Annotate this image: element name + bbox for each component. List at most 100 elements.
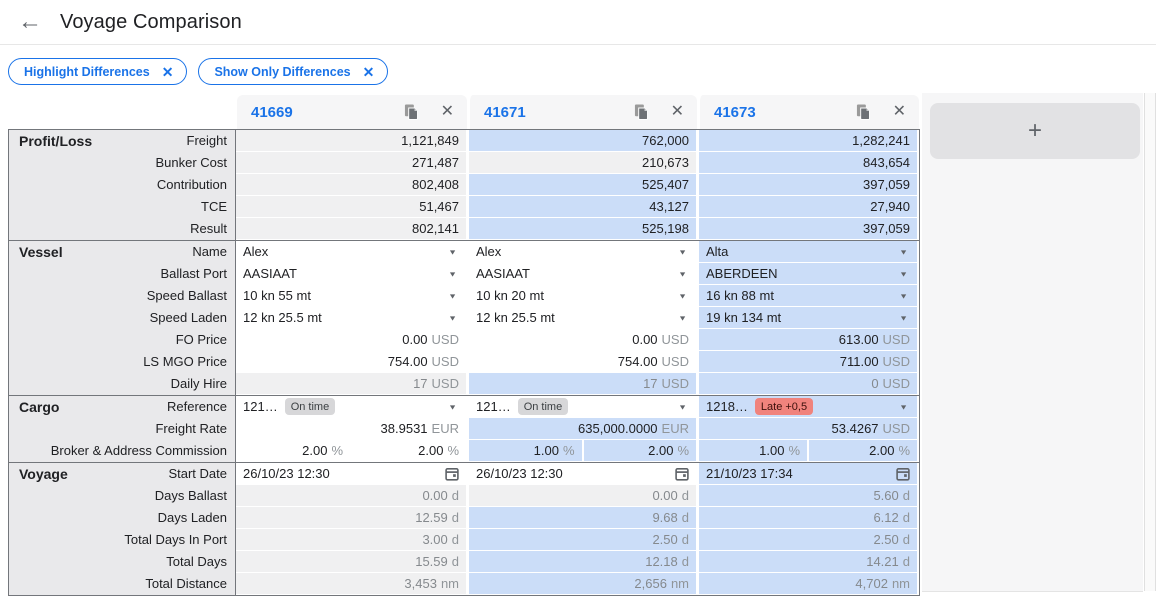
cell-value: AASIAAT <box>476 266 530 281</box>
cell-value: 12 kn 25.5 mt <box>243 310 322 325</box>
row-label: Days Ballast <box>154 488 227 503</box>
close-icon[interactable]: ✕ <box>162 65 174 79</box>
calendar-icon-wrap[interactable] <box>445 467 459 481</box>
table-cell: 0.00 d <box>236 485 466 507</box>
copy-voyage-button[interactable] <box>856 104 871 120</box>
row-label: Total Days <box>166 554 227 569</box>
cell-unit: USD <box>661 354 689 369</box>
date-input-cell[interactable]: 21/10/23 17:34 <box>699 463 917 485</box>
select-cell[interactable]: 121… On time ▼ <box>469 396 696 418</box>
number-input-cell[interactable]: 38.9531 EUR <box>236 418 466 440</box>
table-cell: 3.00 d <box>236 529 466 551</box>
cell-unit: nm <box>891 576 910 591</box>
commission-split-cell: 1.00% 2.00% <box>699 440 917 462</box>
row-label: Result <box>190 221 227 236</box>
cell-value: 525,407 <box>642 177 689 192</box>
select-cell[interactable]: 10 kn 20 mt ▼ <box>469 285 696 307</box>
close-voyage-button[interactable]: ✕ <box>441 104 454 120</box>
cell-unit: d <box>681 510 689 525</box>
select-cell[interactable]: 1218… Late +0,5 ▼ <box>699 396 917 418</box>
cell-value: 0.00 <box>402 332 428 347</box>
commission-input-cell[interactable]: 2.00% <box>581 440 697 461</box>
select-cell[interactable]: Alex ▼ <box>236 241 466 263</box>
cell-unit: d <box>451 488 459 503</box>
select-cell[interactable]: 19 kn 134 mt ▼ <box>699 307 917 329</box>
cell-value: 0 <box>871 376 879 391</box>
table-cell: 3,453 nm <box>236 573 466 595</box>
chip-highlight-differences[interactable]: Highlight Differences ✕ <box>8 58 188 85</box>
select-cell[interactable]: 12 kn 25.5 mt ▼ <box>469 307 696 329</box>
number-input-cell[interactable]: 754.00 USD <box>469 351 696 373</box>
select-cell[interactable]: Alta ▼ <box>699 241 917 263</box>
number-input-cell[interactable]: 0.00 USD <box>236 329 466 351</box>
select-cell[interactable]: Alex ▼ <box>469 241 696 263</box>
cell-value: 2.00 <box>418 443 444 458</box>
chip-label: Show Only Differences <box>214 64 351 79</box>
vertical-scrollbar[interactable] <box>1144 93 1156 591</box>
row-label: Ballast Port <box>160 266 227 281</box>
cell-value: AASIAAT <box>243 266 297 281</box>
back-arrow-icon[interactable]: ← <box>18 10 42 34</box>
commission-input-cell[interactable]: 2.00% <box>236 440 350 461</box>
select-cell[interactable]: AASIAAT ▼ <box>236 263 466 285</box>
number-input-cell[interactable]: 635,000.0000 EUR <box>469 418 696 440</box>
select-cell[interactable]: 12 kn 25.5 mt ▼ <box>236 307 466 329</box>
chevron-down-icon: ▼ <box>678 402 687 411</box>
cell-unit: d <box>902 532 910 547</box>
cell-value: 1,121,849 <box>401 133 459 148</box>
cell-value: 16 kn 88 mt <box>706 288 774 303</box>
select-cell[interactable]: 16 kn 88 mt ▼ <box>699 285 917 307</box>
number-input-cell[interactable]: 53.4267 USD <box>699 418 917 440</box>
cell-value: 15.59 <box>415 554 448 569</box>
table-header: 41669 ✕ 41671 ✕ 41673 ✕ <box>8 95 920 129</box>
calendar-icon-wrap[interactable] <box>896 467 910 481</box>
page-title: Voyage Comparison <box>60 10 242 33</box>
copy-voyage-button[interactable] <box>634 104 649 120</box>
cell-value: 9.68 <box>652 510 678 525</box>
number-input-cell[interactable]: 711.00 USD <box>699 351 917 373</box>
cell-unit: d <box>902 510 910 525</box>
voyage-column-41673: 21/10/23 17:34 5.60 d 6.12 d 2.50 d 14.21 d 4,702… <box>696 463 917 595</box>
add-voyage-button[interactable]: + <box>930 103 1140 159</box>
cell-unit: nm <box>670 576 689 591</box>
close-voyage-button[interactable]: ✕ <box>671 104 684 120</box>
select-cell[interactable]: ABERDEEN ▼ <box>699 263 917 285</box>
chevron-down-icon: ▼ <box>899 247 908 256</box>
section-name: Voyage <box>19 466 68 482</box>
table-cell: 397,059 <box>699 174 917 196</box>
number-input-cell[interactable]: 754.00 USD <box>236 351 466 373</box>
number-input-cell[interactable]: 613.00 USD <box>699 329 917 351</box>
commission-input-cell[interactable]: 2.00% <box>350 440 466 461</box>
cell-value: 0.00 <box>422 488 448 503</box>
cell-value: 26/10/23 12:30 <box>243 466 330 481</box>
cell-value: 51,467 <box>419 199 459 214</box>
chip-show-only-differences[interactable]: Show Only Differences ✕ <box>198 58 389 85</box>
commission-input-cell[interactable]: 1.00% <box>469 440 582 461</box>
commission-input-cell[interactable]: 1.00% <box>699 440 807 461</box>
select-cell[interactable]: AASIAAT ▼ <box>469 263 696 285</box>
cell-value: 843,654 <box>863 155 910 170</box>
cell-unit: EUR <box>431 421 459 436</box>
cell-unit: % <box>677 443 689 458</box>
number-input-cell[interactable]: 0.00 USD <box>469 329 696 351</box>
date-input-cell[interactable]: 26/10/23 12:30 <box>236 463 466 485</box>
voyage-column-41669: 1,121,849 271,487 802,408 51,467 802,141 <box>236 130 466 240</box>
calendar-icon-wrap[interactable] <box>675 467 689 481</box>
cell-value: 754.00 <box>387 354 428 369</box>
cell-value: 0.00 <box>632 332 658 347</box>
section-vessel: Vessel Name Ballast Port Speed Ballast Speed… <box>9 240 919 395</box>
row-label: Freight Rate <box>155 421 227 436</box>
add-voyage-panel <box>922 93 1143 592</box>
section-label-column: Cargo Reference Freight Rate Broker & Addre… <box>9 396 236 462</box>
copy-voyage-button[interactable] <box>404 104 419 120</box>
row-label: Speed Ballast <box>146 288 227 303</box>
commission-input-cell[interactable]: 2.00% <box>807 440 917 461</box>
close-icon[interactable]: ✕ <box>363 65 375 79</box>
table-cell: 17 USD <box>469 373 696 395</box>
select-cell[interactable]: 10 kn 55 mt ▼ <box>236 285 466 307</box>
select-cell[interactable]: 121… On time ▼ <box>236 396 466 418</box>
row-label: Total Distance <box>145 576 227 591</box>
section-name: Profit/Loss <box>19 133 93 149</box>
close-voyage-button[interactable]: ✕ <box>893 104 906 120</box>
date-input-cell[interactable]: 26/10/23 12:30 <box>469 463 696 485</box>
